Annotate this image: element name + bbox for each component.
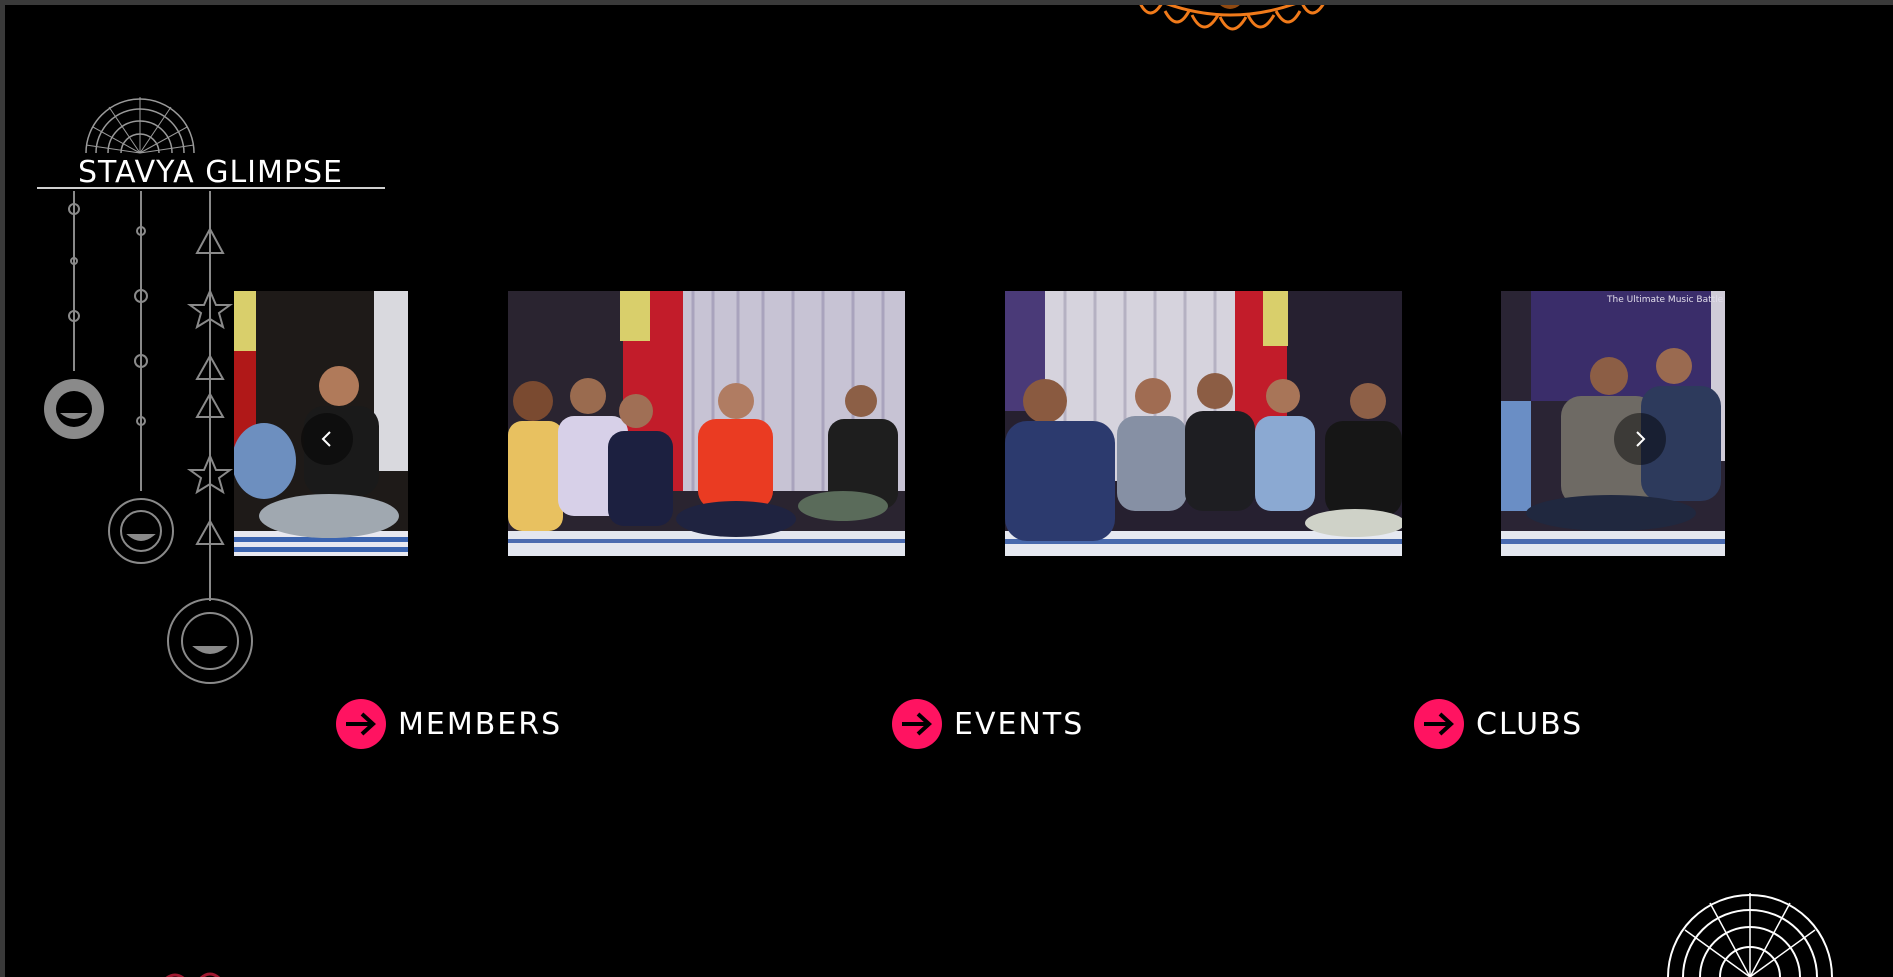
carousel-slide[interactable]: The Ultimate Music Battle	[1501, 291, 1725, 556]
arrow-right-icon	[336, 699, 386, 749]
events-link[interactable]: EVENTS	[892, 699, 1084, 749]
carousel-prev-button[interactable]	[301, 413, 353, 465]
members-link[interactable]: MEMBERS	[336, 699, 562, 749]
photo-image	[1005, 291, 1402, 556]
glimpse-section: STAVYA GLIMPSE The Ultimate Music Battle…	[5, 5, 1893, 977]
events-link-label: EVENTS	[954, 706, 1085, 742]
clubs-link-label: CLUBS	[1476, 706, 1584, 742]
carousel-slide[interactable]	[508, 291, 905, 556]
title-divider	[37, 187, 385, 189]
arrow-right-icon	[1414, 699, 1464, 749]
carousel-next-button[interactable]	[1614, 413, 1666, 465]
banner-text: The Ultimate Music Battle	[1606, 295, 1724, 305]
orange-mandala-decoration	[1139, 5, 1325, 31]
red-ornament-decoration	[165, 972, 220, 977]
photo-carousel[interactable]: The Ultimate Music Battle	[5, 291, 1893, 556]
photo-image	[508, 291, 905, 556]
chevron-right-icon	[1636, 431, 1646, 447]
photo-image: The Ultimate Music Battle	[1501, 291, 1725, 556]
arrow-right-icon	[892, 699, 942, 749]
chevron-left-icon	[321, 431, 331, 447]
carousel-slide[interactable]	[1005, 291, 1402, 556]
members-link-label: MEMBERS	[398, 706, 563, 742]
mandala-icon	[85, 97, 195, 154]
section-title: STAVYA GLIMPSE	[78, 155, 344, 190]
white-mandala-decoration	[1667, 893, 1833, 977]
clubs-link[interactable]: CLUBS	[1414, 699, 1583, 749]
